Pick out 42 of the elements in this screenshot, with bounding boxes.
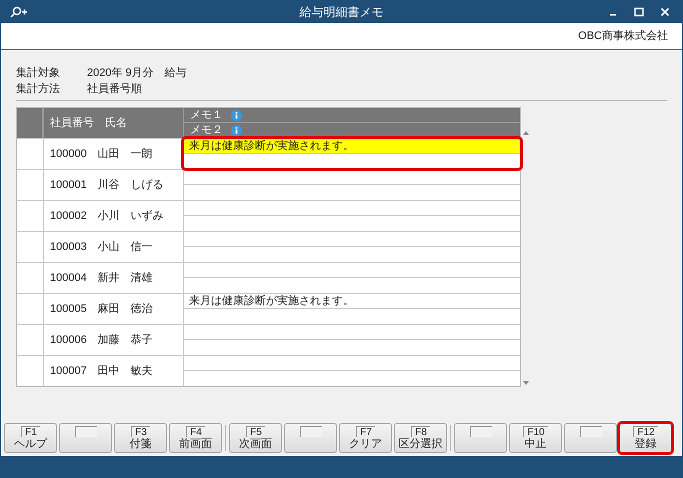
function-key-button[interactable]: F7 クリア	[339, 423, 392, 453]
summary-value: 2020年 9月分 給与	[87, 66, 187, 81]
function-key-button[interactable]: F5 次画面	[229, 423, 282, 453]
scroll-down-icon[interactable]	[523, 381, 529, 385]
column-header: 社員番号 氏名	[44, 108, 184, 138]
column-header: メモ２	[184, 123, 520, 138]
employee-cell-text: 100007 田中 敏夫	[50, 364, 153, 379]
summary-label: 集計方法	[16, 82, 61, 97]
employee-cell-text: 100006 加藤 恭子	[50, 332, 153, 348]
function-key-button[interactable]: F4 前画面	[169, 423, 222, 453]
function-key-button[interactable]: F12 登録	[619, 423, 672, 453]
function-key-button[interactable]	[454, 423, 507, 453]
blank-key-label	[470, 426, 492, 437]
company-name: OBC商事株式会社	[578, 28, 668, 44]
function-key-button[interactable]	[564, 423, 617, 453]
employee-cell-text: 100002 小川 いずみ	[50, 208, 164, 224]
function-key-button[interactable]: F10 中止	[509, 423, 562, 453]
blank-key-label	[300, 426, 322, 437]
function-key-button[interactable]: F8 区分選択	[394, 423, 447, 453]
employee-cell-text: 100001 川谷 しげる	[50, 178, 164, 193]
search-plus-icon[interactable]	[9, 6, 29, 18]
employee-cell-text: 100003 小山 信一	[50, 240, 153, 255]
window-title: 給与明細書メモ	[300, 4, 384, 21]
function-key-button[interactable]	[284, 423, 337, 453]
function-key-button[interactable]: F3 付箋	[114, 423, 167, 453]
scroll-up-icon[interactable]	[523, 131, 529, 135]
maximize-icon[interactable]	[634, 7, 644, 17]
memo1-cell[interactable]: 来月は健康診断が実施されます。	[184, 139, 520, 154]
function-key-button[interactable]: F1 ヘルプ	[4, 423, 57, 453]
employee-cell-text: 100005 麻田 徳治	[50, 302, 153, 317]
memo1-cell[interactable]: 来月は健康診断が実施されます。	[184, 294, 520, 309]
summary-value: 社員番号順	[87, 82, 142, 97]
function-key-button[interactable]	[59, 423, 112, 453]
info-icon[interactable]	[231, 125, 242, 136]
summary-label: 集計対象	[16, 66, 61, 81]
blank-key-label	[74, 426, 96, 437]
employee-cell-text: 100004 新井 清雄	[50, 270, 153, 286]
close-icon[interactable]	[660, 7, 670, 17]
column-header: メモ１	[184, 108, 520, 123]
blank-key-label	[580, 426, 602, 437]
employee-cell-text: 100000 山田 一朗	[50, 146, 153, 162]
info-icon[interactable]	[231, 110, 242, 120]
